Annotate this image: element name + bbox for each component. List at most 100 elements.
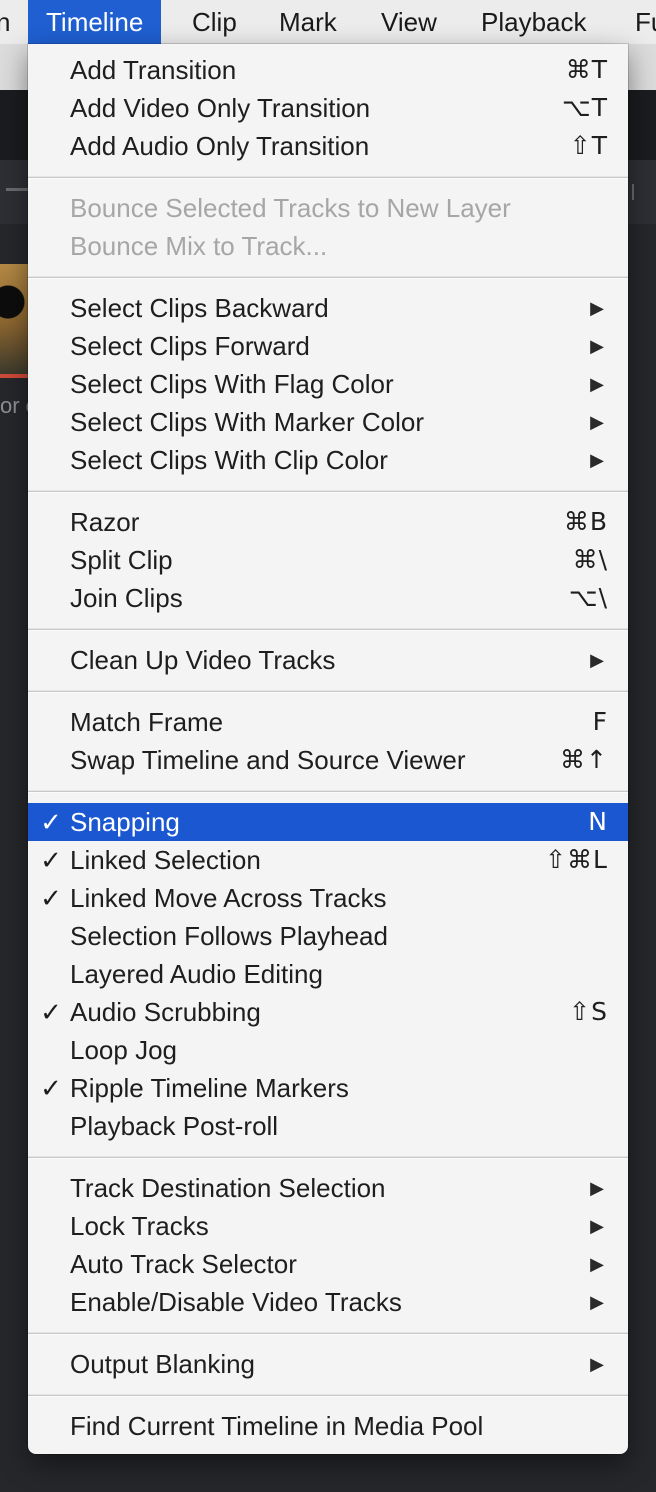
checkmark-icon: ✓ (40, 807, 62, 837)
submenu-arrow-icon: ▶ (590, 412, 604, 432)
menu-item-label: Enable/Disable Video Tracks (70, 1287, 402, 1317)
submenu-arrow-icon: ▶ (590, 298, 604, 318)
menubar-item-view[interactable]: View (381, 0, 437, 44)
menu-item-label: Select Clips Forward (70, 331, 310, 361)
checkmark-icon: ✓ (40, 997, 62, 1027)
menu-item-label: Split Clip (70, 545, 173, 575)
clip-thumbnail[interactable] (0, 264, 28, 374)
menu-item-auto-track-selector[interactable]: Auto Track Selector ▶ (28, 1245, 628, 1283)
menu-item-layered-audio-editing[interactable]: Layered Audio Editing (28, 955, 628, 993)
menu-separator (28, 1157, 628, 1158)
menu-item-label: Select Clips With Clip Color (70, 445, 388, 475)
menu-item-match-frame[interactable]: Match Frame F (28, 703, 628, 741)
submenu-arrow-icon: ▶ (590, 650, 604, 670)
menu-item-add-transition[interactable]: Add Transition ⌘T (28, 51, 628, 89)
submenu-arrow-icon: ▶ (590, 336, 604, 356)
menu-item-label: Auto Track Selector (70, 1249, 297, 1279)
menu-item-label: Ripple Timeline Markers (70, 1073, 349, 1103)
menubar-item-mark[interactable]: Mark (279, 0, 337, 44)
checkmark-icon: ✓ (40, 1073, 62, 1103)
menu-item-label: Output Blanking (70, 1349, 256, 1379)
keyboard-shortcut: ⌥T (561, 93, 608, 122)
menu-item-razor[interactable]: Razor ⌘B (28, 503, 628, 541)
menu-separator (28, 691, 628, 692)
checkmark-icon: ✓ (40, 845, 62, 875)
menu-item-label: Clean Up Video Tracks (70, 645, 336, 675)
menu-item-lock-tracks[interactable]: Lock Tracks ▶ (28, 1207, 628, 1245)
menu-item-swap-timeline-and-source-viewer[interactable]: Swap Timeline and Source Viewer ⌘↑ (28, 741, 628, 779)
menu-item-linked-move-across-tracks[interactable]: ✓ Linked Move Across Tracks (28, 879, 628, 917)
menu-item-label: Track Destination Selection (70, 1173, 386, 1203)
submenu-arrow-icon: ▶ (590, 374, 604, 394)
menu-item-clean-up-video-tracks[interactable]: Clean Up Video Tracks ▶ (28, 641, 628, 679)
menu-item-select-clips-forward[interactable]: Select Clips Forward ▶ (28, 327, 628, 365)
menu-item-enable-disable-video-tracks[interactable]: Enable/Disable Video Tracks ▶ (28, 1283, 628, 1321)
keyboard-shortcut: ⇧⌘L (545, 845, 608, 874)
menu-item-track-destination-selection[interactable]: Track Destination Selection ▶ (28, 1169, 628, 1207)
clip-thumbnail-indicator (0, 374, 28, 378)
keyboard-shortcut: ⇧S (569, 997, 608, 1026)
menu-item-label: Razor (70, 507, 140, 537)
keyboard-shortcut: F (592, 707, 608, 736)
menu-item-playback-post-roll[interactable]: Playback Post-roll (28, 1107, 628, 1145)
menu-item-output-blanking[interactable]: Output Blanking ▶ (28, 1345, 628, 1383)
menu-item-select-clips-with-marker-color[interactable]: Select Clips With Marker Color ▶ (28, 403, 628, 441)
menu-item-label: Swap Timeline and Source Viewer (70, 745, 466, 775)
menu-item-label: Select Clips Backward (70, 293, 329, 323)
menu-item-bounce-mix-to-track: Bounce Mix to Track... (28, 227, 628, 265)
keyboard-shortcut: ⇧T (569, 131, 608, 160)
menu-bar: n Timeline Clip Mark View Playback Fu (0, 0, 656, 44)
menu-item-label: Join Clips (70, 583, 183, 613)
menu-item-label: Select Clips With Flag Color (70, 369, 394, 399)
menu-item-snapping[interactable]: ✓ Snapping N (28, 803, 628, 841)
menu-item-label: Match Frame (70, 707, 224, 737)
menu-item-label: Snapping (70, 807, 180, 837)
submenu-arrow-icon: ▶ (590, 1254, 604, 1274)
keyboard-shortcut: N (588, 807, 608, 836)
submenu-arrow-icon: ▶ (590, 450, 604, 470)
menu-item-label: Lock Tracks (70, 1211, 209, 1241)
menu-item-add-video-only-transition[interactable]: Add Video Only Transition ⌥T (28, 89, 628, 127)
submenu-arrow-icon: ▶ (590, 1216, 604, 1236)
menu-item-label: Select Clips With Marker Color (70, 407, 424, 437)
menu-separator (28, 1333, 628, 1334)
menubar-item-edit-fragment[interactable]: n (0, 0, 10, 44)
menu-item-label: Playback Post-roll (70, 1111, 279, 1141)
menu-separator (28, 1395, 628, 1396)
submenu-arrow-icon: ▶ (590, 1292, 604, 1312)
ruler-tick (632, 184, 634, 200)
menu-item-selection-follows-playhead[interactable]: Selection Follows Playhead (28, 917, 628, 955)
menu-separator (28, 277, 628, 278)
menu-item-label: Loop Jog (70, 1035, 177, 1065)
menubar-item-playback[interactable]: Playback (481, 0, 587, 44)
menu-separator (28, 791, 628, 792)
menu-separator (28, 629, 628, 630)
menu-item-select-clips-backward[interactable]: Select Clips Backward ▶ (28, 289, 628, 327)
menubar-item-fusion-fragment[interactable]: Fu (635, 0, 656, 44)
menu-separator (28, 491, 628, 492)
menu-item-select-clips-with-flag-color[interactable]: Select Clips With Flag Color ▶ (28, 365, 628, 403)
menu-item-label: Bounce Selected Tracks to New Layer (70, 193, 511, 223)
timeline-menu: Add Transition ⌘T Add Video Only Transitio… (28, 44, 628, 1454)
menu-item-label: Bounce Mix to Track... (70, 231, 328, 261)
keyboard-shortcut: ⌘B (563, 507, 608, 536)
menu-item-audio-scrubbing[interactable]: ✓ Audio Scrubbing ⇧S (28, 993, 628, 1031)
keyboard-shortcut: ⌘\ (572, 545, 608, 574)
menu-item-bounce-selected-tracks-to-new-layer: Bounce Selected Tracks to New Layer (28, 189, 628, 227)
checkmark-icon: ✓ (40, 883, 62, 913)
menu-item-loop-jog[interactable]: Loop Jog (28, 1031, 628, 1069)
menu-item-find-current-timeline-in-media-pool[interactable]: Find Current Timeline in Media Pool (28, 1407, 628, 1445)
menu-item-select-clips-with-clip-color[interactable]: Select Clips With Clip Color ▶ (28, 441, 628, 479)
menu-item-label: Add Audio Only Transition (70, 131, 370, 161)
menubar-item-clip[interactable]: Clip (192, 0, 237, 44)
menu-item-ripple-timeline-markers[interactable]: ✓ Ripple Timeline Markers (28, 1069, 628, 1107)
menu-item-label: Linked Selection (70, 845, 261, 875)
menu-item-linked-selection[interactable]: ✓ Linked Selection ⇧⌘L (28, 841, 628, 879)
menu-item-label: Find Current Timeline in Media Pool (70, 1411, 484, 1441)
menu-item-label: Selection Follows Playhead (70, 921, 388, 951)
submenu-arrow-icon: ▶ (590, 1178, 604, 1198)
menu-item-split-clip[interactable]: Split Clip ⌘\ (28, 541, 628, 579)
menubar-item-timeline[interactable]: Timeline (28, 0, 162, 44)
menu-item-add-audio-only-transition[interactable]: Add Audio Only Transition ⇧T (28, 127, 628, 165)
menu-item-join-clips[interactable]: Join Clips ⌥\ (28, 579, 628, 617)
